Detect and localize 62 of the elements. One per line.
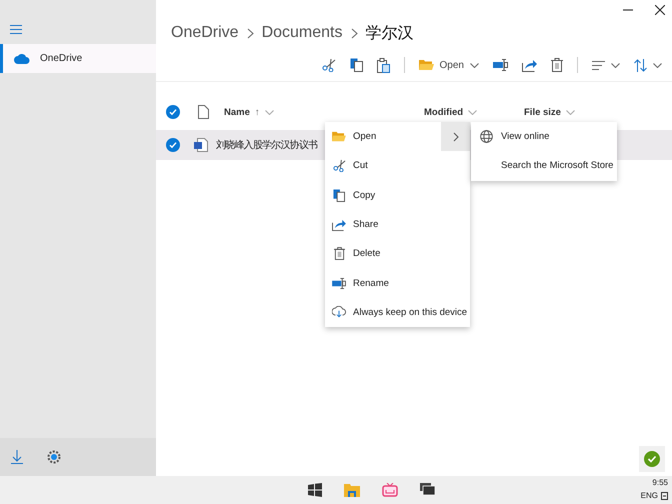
chevron-down-icon [264, 110, 274, 114]
chevron-right-icon [246, 28, 254, 38]
scissors-icon [332, 159, 346, 172]
menu-item[interactable]: Copy [325, 180, 470, 210]
folder-icon [332, 131, 346, 142]
menu-item[interactable]: Rename [325, 268, 470, 298]
menu-icon[interactable] [10, 25, 22, 34]
globe-icon [480, 130, 492, 144]
file-icon [198, 105, 209, 119]
share-icon [332, 218, 346, 231]
chevron-down-icon [653, 62, 662, 68]
share-icon[interactable] [522, 58, 537, 72]
chevron-down-icon [566, 110, 575, 114]
trash-icon[interactable] [551, 58, 563, 72]
chevron-down-icon [611, 62, 620, 68]
menu-item[interactable]: Delete [325, 239, 470, 268]
clock-time[interactable]: 9:55 [652, 478, 668, 487]
breadcrumb-item[interactable]: 学尔汉 [366, 22, 414, 44]
menu-item[interactable]: View online [471, 122, 617, 152]
rename-icon[interactable] [493, 59, 508, 71]
open-button[interactable]: Open [418, 59, 479, 71]
breadcrumb-item[interactable]: OneDrive [171, 24, 239, 42]
word-document-icon [194, 138, 208, 152]
windows-icon[interactable] [308, 483, 322, 497]
menu-item[interactable]: Search the Microsoft Store [471, 151, 617, 181]
menu-item[interactable]: Open [325, 122, 470, 152]
chevron-right-icon [350, 28, 358, 38]
sort-button[interactable] [634, 58, 662, 72]
paste-icon[interactable] [376, 58, 390, 72]
breadcrumb-item[interactable]: Documents [262, 24, 342, 42]
tv-icon[interactable] [382, 483, 398, 497]
menu-item[interactable]: Always keep on this device [325, 298, 470, 328]
copy-icon [333, 188, 345, 202]
trash-icon [334, 247, 344, 260]
download-icon[interactable] [11, 450, 23, 464]
column-header[interactable]: Modified [424, 106, 524, 118]
view-button[interactable] [592, 60, 620, 70]
language-indicator[interactable]: ENG [640, 491, 658, 500]
sidebar-item[interactable]: OneDrive [0, 44, 156, 73]
chevron-down-icon [468, 110, 478, 114]
copy-icon[interactable] [350, 58, 363, 72]
row-checkbox[interactable] [166, 138, 180, 152]
checkmark-icon [644, 451, 660, 467]
column-header[interactable]: File size [524, 106, 575, 118]
settings-icon[interactable] [47, 450, 61, 464]
cloud-icon [14, 54, 30, 64]
folder-icon [418, 59, 434, 71]
scissors-icon[interactable] [322, 58, 336, 72]
chevron-down-icon [470, 62, 479, 68]
sync-status-button[interactable] [639, 446, 665, 472]
sort-icon [634, 58, 647, 72]
select-all-checkbox[interactable] [166, 105, 180, 119]
cloud-download-icon [332, 306, 346, 318]
windows-stack-icon[interactable] [420, 483, 434, 495]
close-icon[interactable] [655, 5, 665, 15]
column-header[interactable]: Name ↑ [224, 106, 424, 118]
keyboard-icon[interactable] [661, 492, 668, 500]
lines-icon [592, 60, 605, 70]
menu-item[interactable]: Cut [325, 151, 470, 181]
rename-icon [332, 278, 346, 289]
folder-icon[interactable] [344, 483, 360, 497]
menu-item[interactable]: Share [325, 210, 470, 240]
